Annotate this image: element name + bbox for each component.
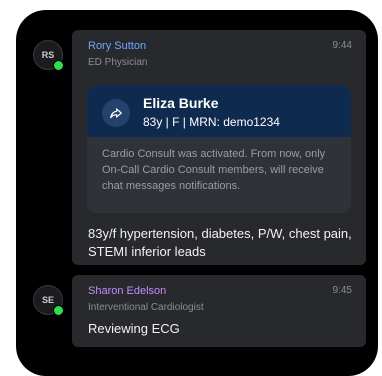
message-bubble[interactable]: Sharon Edelson Interventional Cardiologi…	[72, 275, 366, 347]
patient-card-header[interactable]: Eliza Burke 83y | F | MRN: demo1234	[87, 85, 351, 137]
share-patient-button[interactable]	[102, 99, 130, 127]
sender-name[interactable]: Sharon Edelson	[88, 285, 166, 297]
patient-name: Eliza Burke	[143, 95, 219, 111]
sender-name[interactable]: Rory Sutton	[88, 40, 146, 52]
message-time: 9:45	[332, 285, 352, 296]
sender-role: Interventional Cardiologist	[88, 302, 204, 313]
message-text: 83y/f hypertension, diabetes, P/W, chest…	[88, 226, 352, 259]
message-text: Reviewing ECG	[88, 321, 180, 336]
message-bubble[interactable]: Rory Sutton ED Physician 9:44 Eliza Burk…	[72, 30, 366, 265]
patient-details: 83y | F | MRN: demo1234	[143, 115, 280, 129]
sender-role: ED Physician	[88, 57, 148, 68]
patient-card[interactable]: Eliza Burke 83y | F | MRN: demo1234 Card…	[87, 85, 351, 213]
message-time: 9:44	[332, 40, 352, 51]
online-status-dot	[53, 305, 64, 316]
share-arrow-icon	[110, 108, 122, 119]
consult-notice: Cardio Consult was activated. From now, …	[102, 148, 326, 192]
chat-screen: RS Rory Sutton ED Physician 9:44 Eliza B…	[16, 10, 378, 376]
online-status-dot	[53, 60, 64, 71]
